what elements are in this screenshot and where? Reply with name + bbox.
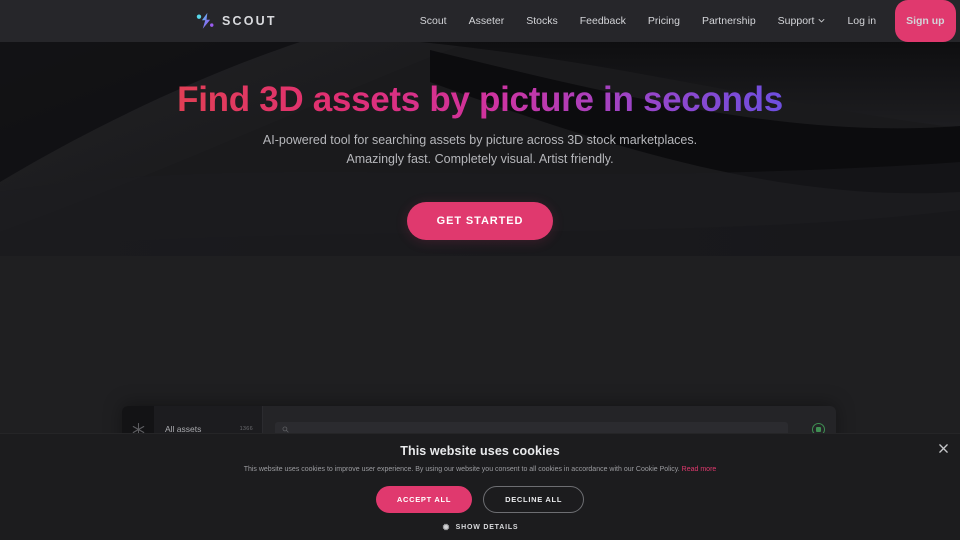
cookie-banner-title: This website uses cookies <box>400 444 560 458</box>
page-root: SCOUT Scout Asseter Stocks Feedback Pric… <box>0 0 960 540</box>
page-title: Find 3D assets by picture in seconds <box>177 80 783 119</box>
accept-all-button[interactable]: ACCEPT ALL <box>375 486 473 514</box>
nav-item-support[interactable]: Support <box>767 0 837 42</box>
record-circle-inner <box>815 426 821 432</box>
search-icon <box>282 426 289 433</box>
signup-button[interactable]: Sign up <box>895 0 956 42</box>
nav-item-scout[interactable]: Scout <box>409 0 458 42</box>
cookie-read-more-link[interactable]: Read more <box>682 466 717 473</box>
logo-text: SCOUT <box>222 14 277 28</box>
cta-container: GET STARTED <box>0 201 960 240</box>
nav-item-feedback[interactable]: Feedback <box>569 0 637 42</box>
close-icon[interactable] <box>935 440 951 456</box>
cookie-consent-banner: This website uses cookies This website u… <box>0 433 960 540</box>
show-details-label: SHOW DETAILS <box>455 523 519 531</box>
widget-filter-count: 1366 <box>239 426 253 432</box>
nav-item-pricing[interactable]: Pricing <box>637 0 691 42</box>
get-started-button[interactable]: GET STARTED <box>406 201 554 240</box>
hero-section: Find 3D assets by picture in seconds AI-… <box>0 42 960 256</box>
cookie-banner-body: This website uses cookies to improve use… <box>187 464 773 475</box>
hero-subtitle-line2: Amazingly fast. Completely visual. Artis… <box>346 151 614 166</box>
site-header: SCOUT Scout Asseter Stocks Feedback Pric… <box>0 0 960 42</box>
cookie-banner-body-text: This website uses cookies to improve use… <box>243 466 680 473</box>
logo[interactable]: SCOUT <box>196 12 277 30</box>
decline-all-button[interactable]: DECLINE ALL <box>483 486 585 514</box>
nav-item-login[interactable]: Log in <box>836 0 887 42</box>
nav-item-partnership[interactable]: Partnership <box>691 0 767 42</box>
hero-content: Find 3D assets by picture in seconds AI-… <box>0 42 960 240</box>
nav-item-asseter[interactable]: Asseter <box>458 0 516 42</box>
hero-subtitle-line1: AI-powered tool for searching assets by … <box>262 133 698 148</box>
lightning-bolt-logo-icon <box>196 12 216 30</box>
nav-item-support-label: Support <box>777 15 815 27</box>
cookie-banner-actions: ACCEPT ALL DECLINE ALL <box>0 486 960 514</box>
gear-icon <box>442 524 449 531</box>
chevron-down-icon <box>818 17 825 24</box>
nav-item-stocks[interactable]: Stocks <box>515 0 569 42</box>
show-details-button[interactable]: SHOW DETAILS <box>442 523 519 531</box>
main-nav: Scout Asseter Stocks Feedback Pricing Pa… <box>409 0 956 42</box>
